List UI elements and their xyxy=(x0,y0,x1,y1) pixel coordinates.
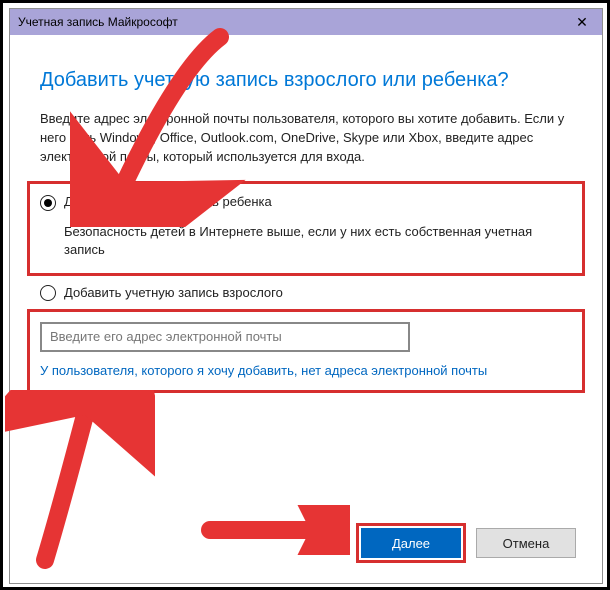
radio-icon xyxy=(40,195,56,211)
highlight-box-next: Далее xyxy=(356,523,466,563)
radio-child-description: Безопасность детей в Интернете выше, есл… xyxy=(64,223,572,259)
close-button[interactable]: ✕ xyxy=(562,9,602,35)
radio-child-label: Добавить учетную запись ребенка xyxy=(64,194,272,209)
description-text: Введите адрес электронной почты пользова… xyxy=(40,110,572,167)
next-button[interactable]: Далее xyxy=(361,528,461,558)
screenshot-frame: Учетная запись Майкрософт ✕ Добавить уче… xyxy=(0,0,610,590)
no-email-link[interactable]: У пользователя, которого я хочу добавить… xyxy=(40,362,572,380)
titlebar: Учетная запись Майкрософт ✕ xyxy=(10,9,602,35)
button-row: Далее Отмена xyxy=(356,523,576,563)
close-icon: ✕ xyxy=(576,14,588,31)
dialog-window: Учетная запись Майкрософт ✕ Добавить уче… xyxy=(9,8,603,584)
radio-option-adult[interactable]: Добавить учетную запись взрослого xyxy=(40,284,572,301)
arrow-icon xyxy=(200,505,350,555)
page-title: Добавить учетную запись взрослого или ре… xyxy=(40,69,572,92)
email-input[interactable] xyxy=(40,322,410,352)
cancel-button[interactable]: Отмена xyxy=(476,528,576,558)
window-title: Учетная запись Майкрософт xyxy=(18,15,178,29)
radio-option-child[interactable]: Добавить учетную запись ребенка xyxy=(40,194,572,211)
dialog-content: Добавить учетную запись взрослого или ре… xyxy=(10,35,602,583)
radio-adult-label: Добавить учетную запись взрослого xyxy=(64,285,283,300)
highlight-box-email: У пользователя, которого я хочу добавить… xyxy=(27,309,585,393)
highlight-box-child: Добавить учетную запись ребенка Безопасн… xyxy=(27,181,585,276)
radio-icon xyxy=(40,285,56,301)
arrow-icon xyxy=(5,390,155,570)
